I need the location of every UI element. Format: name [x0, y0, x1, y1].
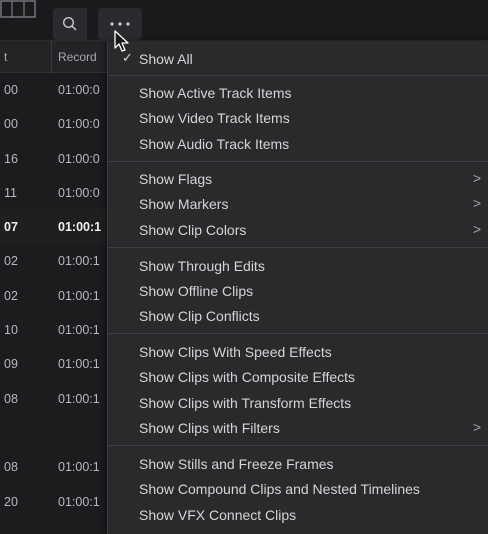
record-cell: 01:00:1 — [58, 254, 100, 269]
search-button[interactable] — [53, 8, 87, 40]
menu-item-show-filters[interactable]: Show Clips with Filters > — [108, 416, 488, 441]
menu-item-show-active-track-items[interactable]: Show Active Track Items — [108, 81, 488, 106]
menu-item-label: Show Clip Colors — [139, 222, 247, 238]
table-row[interactable]: 00 01:00:0 — [0, 107, 106, 142]
source-cell: 00 — [4, 117, 18, 132]
menu-item-label: Show Offline Clips — [139, 283, 254, 299]
source-cell: 09 — [4, 357, 18, 372]
menu-item-show-compound-clips[interactable]: Show Compound Clips and Nested Timelines — [108, 477, 488, 502]
menu-item-label: Show Through Edits — [139, 258, 265, 274]
table-row[interactable]: 02 01:00:1 — [0, 244, 106, 279]
menu-item-label: Show Clips with Composite Effects — [139, 369, 356, 385]
menu-item-label: Show VFX Connect Clips — [139, 507, 297, 523]
source-cell: 10 — [4, 323, 18, 338]
menu-item-label: Show Clip Conflicts — [139, 308, 260, 324]
menu-item-label: Show Clips With Speed Effects — [139, 344, 332, 360]
chevron-right-icon: > — [472, 195, 481, 211]
source-cell: 02 — [4, 254, 18, 269]
menu-item-show-clip-conflicts[interactable]: Show Clip Conflicts — [108, 304, 488, 329]
menu-item-show-all[interactable]: ✓ Show All — [108, 47, 488, 72]
menu-separator — [108, 333, 488, 334]
menu-item-label: Show Stills and Freeze Frames — [139, 456, 334, 472]
table-row[interactable]: 08 01:00:1 — [0, 450, 106, 485]
menu-item-show-video-track-items[interactable]: Show Video Track Items — [108, 106, 488, 131]
menu-item-show-clip-colors[interactable]: Show Clip Colors > — [108, 218, 488, 243]
table-row[interactable]: 16 01:00:0 — [0, 142, 106, 176]
record-cell: 01:00:1 — [58, 288, 100, 303]
menu-item-show-transform-effects[interactable]: Show Clips with Transform Effects — [108, 391, 488, 416]
table-row[interactable]: 02 01:00:1 — [0, 279, 106, 314]
record-cell: 01:00:1 — [58, 323, 100, 338]
table-row[interactable]: 10 01:00:1 — [0, 313, 106, 348]
source-cell: 16 — [4, 151, 18, 166]
menu-item-label: Show Markers — [139, 196, 229, 212]
menu-item-show-speed-effects[interactable]: Show Clips With Speed Effects — [108, 340, 488, 365]
search-icon — [62, 16, 77, 31]
source-cell: 11 — [4, 185, 17, 200]
columns-button[interactable] — [0, 0, 36, 18]
menu-item-show-audio-track-items[interactable]: Show Audio Track Items — [108, 132, 488, 157]
columns-icon — [0, 0, 36, 18]
column-header-source[interactable]: t — [4, 50, 7, 64]
view-options-menu: ✓ Show All Show Active Track Items Show … — [107, 41, 488, 534]
chevron-right-icon: > — [472, 170, 481, 186]
record-cell: 01:00:1 — [58, 494, 100, 509]
record-cell: 01:00:0 — [58, 185, 100, 200]
menu-item-label: Show Clips with Filters — [139, 420, 280, 436]
record-cell: 01:00:1 — [58, 357, 100, 372]
mouse-pointer-icon — [114, 30, 129, 52]
record-cell: 01:00:1 — [58, 460, 100, 475]
record-cell: 01:00:0 — [58, 151, 100, 166]
source-cell: 02 — [4, 288, 18, 303]
menu-item-label: Show All — [139, 51, 193, 67]
table-row[interactable]: 09 01:00:1 — [0, 347, 106, 382]
source-cell: 00 — [4, 83, 18, 97]
menu-item-label: Show Active Track Items — [139, 85, 292, 101]
menu-separator — [108, 161, 488, 162]
table-row[interactable]: 00 01:00:0 — [0, 73, 106, 108]
menu-item-show-offline-clips[interactable]: Show Offline Clips — [108, 279, 488, 304]
menu-item-label: Show Video Track Items — [139, 110, 290, 126]
menu-item-show-through-edits[interactable]: Show Through Edits — [108, 254, 488, 279]
more-options-icon — [110, 22, 130, 26]
menu-item-show-vfx-connect-clips[interactable]: Show VFX Connect Clips — [108, 503, 488, 528]
menu-separator — [108, 247, 488, 248]
source-cell: 08 — [4, 391, 18, 406]
table-row[interactable]: 20 01:00:1 — [0, 485, 106, 519]
record-cell: 01:00:1 — [58, 391, 100, 406]
menu-separator — [108, 445, 488, 446]
timeline-edit-index-panel: t Record 00 01:00:0 00 01:00:0 16 01:00:0 11 01… — [0, 0, 488, 534]
table-row[interactable]: 07 01:00:1 — [0, 210, 106, 245]
source-cell: 07 — [4, 220, 18, 235]
record-cell: 01:00:1 — [58, 220, 102, 235]
menu-item-label: Show Clips with Transform Effects — [139, 395, 352, 411]
table-row[interactable] — [0, 416, 106, 451]
edit-index-rows: 00 01:00:0 00 01:00:0 16 01:00:0 11 01:00:0 07 01… — [0, 73, 106, 519]
column-divider[interactable] — [51, 41, 52, 73]
table-row[interactable]: 08 01:00:1 — [0, 382, 106, 416]
record-cell: 01:00:0 — [58, 83, 100, 97]
chevron-right-icon: > — [472, 419, 481, 435]
source-cell: 20 — [4, 494, 18, 509]
menu-item-label: Show Compound Clips and Nested Timelines — [139, 481, 420, 497]
menu-item-show-composite-effects[interactable]: Show Clips with Composite Effects — [108, 365, 488, 390]
menu-item-show-stills-freeze-frames[interactable]: Show Stills and Freeze Frames — [108, 452, 488, 477]
table-row[interactable]: 11 01:00:0 — [0, 176, 106, 211]
chevron-right-icon: > — [472, 221, 481, 237]
menu-item-show-markers[interactable]: Show Markers > — [108, 192, 488, 217]
column-header-record[interactable]: Record — [58, 50, 97, 64]
record-cell: 01:00:0 — [58, 117, 100, 132]
menu-item-label: Show Flags — [139, 171, 213, 187]
menu-separator — [108, 75, 488, 76]
menu-item-show-flags[interactable]: Show Flags > — [108, 167, 488, 192]
menu-item-label: Show Audio Track Items — [139, 136, 290, 152]
source-cell: 08 — [4, 460, 18, 475]
index-toolbar — [0, 0, 488, 41]
